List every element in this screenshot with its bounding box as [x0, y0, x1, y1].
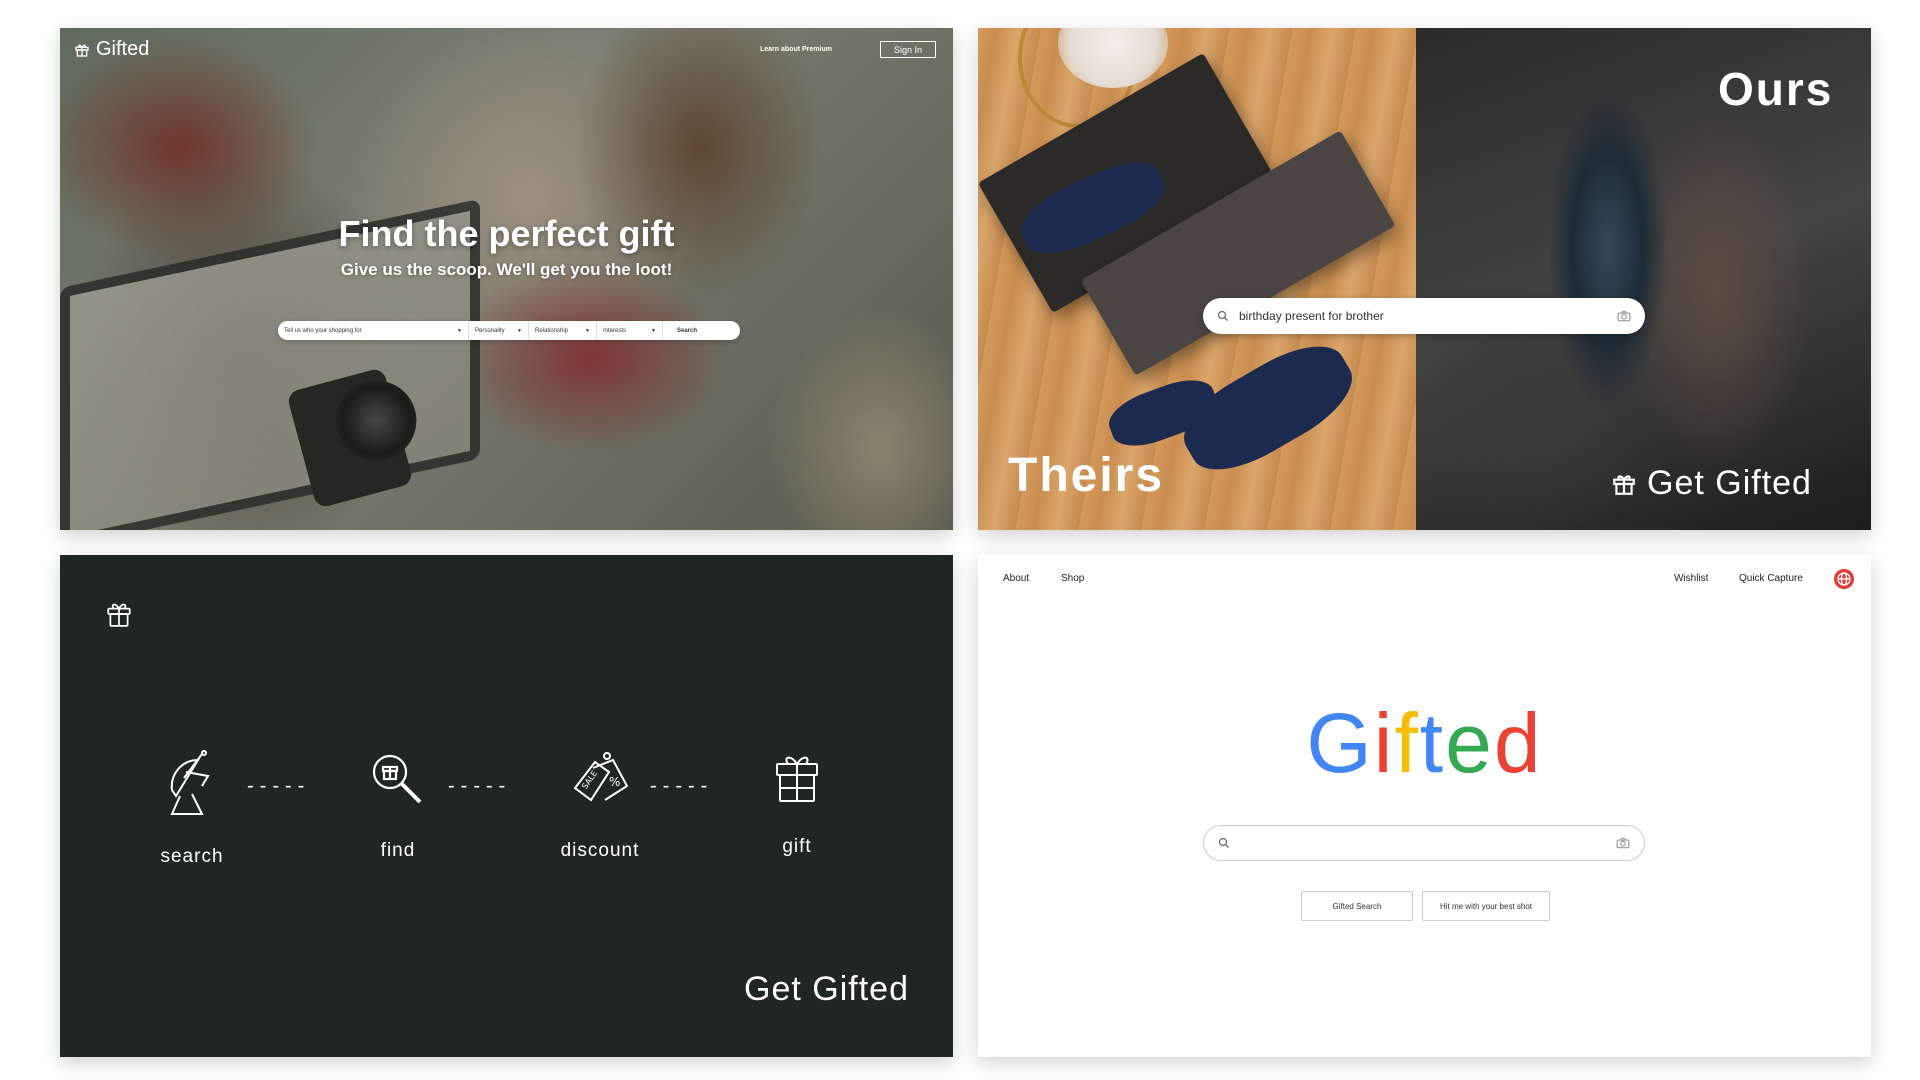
theirs-vs-ours-panel: Theirs Ours Get Gifted birthday present …	[978, 28, 1871, 530]
wordmark-letter: t	[1419, 696, 1446, 790]
gift-icon	[1611, 471, 1637, 497]
how-it-works-panel: search ----- find ----- SALE % discount …	[60, 555, 953, 1057]
step-label: find	[380, 840, 416, 861]
search-input[interactable]: birthday present for brother	[1239, 309, 1607, 323]
gift-search-bar: Tell us who your shopping for ▼ Personal…	[278, 321, 740, 340]
step-label: gift	[782, 836, 812, 857]
wordmark-letter: G	[1306, 696, 1374, 790]
personality-label: Personality	[475, 327, 505, 334]
caret-down-icon: ▼	[585, 327, 590, 334]
learn-premium-link[interactable]: Learn about Premium	[760, 46, 832, 53]
theirs-label: Theirs	[1008, 449, 1165, 502]
step-discount: SALE % discount	[545, 750, 655, 862]
sign-in-button[interactable]: Sign In	[880, 41, 936, 58]
nav-shop[interactable]: Shop	[1061, 573, 1084, 584]
camera-icon[interactable]	[1616, 837, 1630, 849]
step-connector: -----	[448, 775, 512, 797]
nav-about[interactable]: About	[1003, 573, 1029, 584]
get-gifted-tagline: Get Gifted	[744, 970, 909, 1008]
wordmark-letter: f	[1394, 696, 1420, 790]
ours-label: Ours	[1718, 63, 1834, 115]
gift-icon	[773, 750, 821, 806]
wordmark-letter: i	[1373, 696, 1395, 790]
svg-text:%: %	[609, 775, 620, 789]
hero-subtitle: Give us the scoop. We'll get you the loo…	[340, 260, 673, 279]
get-gifted-label: Get Gifted	[1611, 464, 1812, 503]
get-gifted-text: Get Gifted	[1647, 464, 1812, 502]
gift-icon	[106, 600, 132, 628]
step-gift: gift	[742, 750, 852, 858]
step-label: search	[160, 846, 224, 867]
who-field[interactable]: Tell us who your shopping for ▼	[278, 321, 468, 340]
step-connector: -----	[650, 775, 714, 797]
relationship-label: Relationship	[535, 327, 569, 334]
gift-icon	[74, 42, 90, 58]
interests-label: Interests	[603, 327, 627, 334]
satellite-dish-icon	[162, 750, 222, 816]
search-bar[interactable]	[1203, 825, 1645, 861]
personality-dropdown[interactable]: Personality ▼	[468, 321, 528, 340]
nav-wishlist[interactable]: Wishlist	[1674, 573, 1708, 584]
nav-quick-capture[interactable]: Quick Capture	[1739, 573, 1803, 584]
step-label: discount	[560, 840, 640, 861]
sale-tag-icon: SALE %	[569, 750, 631, 810]
caret-down-icon: ▼	[651, 327, 656, 334]
globe-icon[interactable]	[1834, 569, 1854, 589]
search-input[interactable]	[1240, 836, 1606, 850]
svg-text:SALE: SALE	[580, 769, 599, 791]
search-bar[interactable]: birthday present for brother	[1203, 298, 1645, 334]
logo[interactable]: Gifted	[74, 38, 149, 61]
interests-dropdown[interactable]: Interests ▼	[596, 321, 662, 340]
caret-down-icon: ▼	[517, 327, 522, 334]
wordmark-letter: e	[1445, 696, 1494, 790]
gifted-search-button[interactable]: Gifted Search	[1301, 891, 1413, 921]
logo-text: Gifted	[96, 38, 150, 60]
hero-title: Find the perfect gift	[338, 213, 675, 254]
step-find: find	[343, 750, 453, 862]
search-icon	[1217, 310, 1229, 322]
search-icon	[1218, 837, 1230, 849]
search-home-panel: About Shop Wishlist Quick Capture Gifted…	[978, 555, 1871, 1057]
hero-landing-panel: Gifted Learn about Premium Sign In Find …	[60, 28, 953, 530]
bowtie-shape	[1170, 328, 1366, 488]
relationship-dropdown[interactable]: Relationship ▼	[528, 321, 596, 340]
who-field-label: Tell us who your shopping for	[284, 327, 362, 334]
wordmark-letter: d	[1493, 696, 1543, 790]
search-button[interactable]: Search	[662, 321, 711, 340]
magnifier-gift-icon	[368, 750, 428, 810]
best-shot-button[interactable]: Hit me with your best shot	[1422, 891, 1550, 921]
gifted-wordmark: Gifted	[978, 695, 1871, 792]
camera-icon[interactable]	[1617, 310, 1631, 322]
step-search: search	[137, 750, 247, 868]
step-connector: -----	[247, 775, 311, 797]
caret-down-icon: ▼	[457, 327, 462, 334]
climber-figure	[1538, 68, 1678, 428]
